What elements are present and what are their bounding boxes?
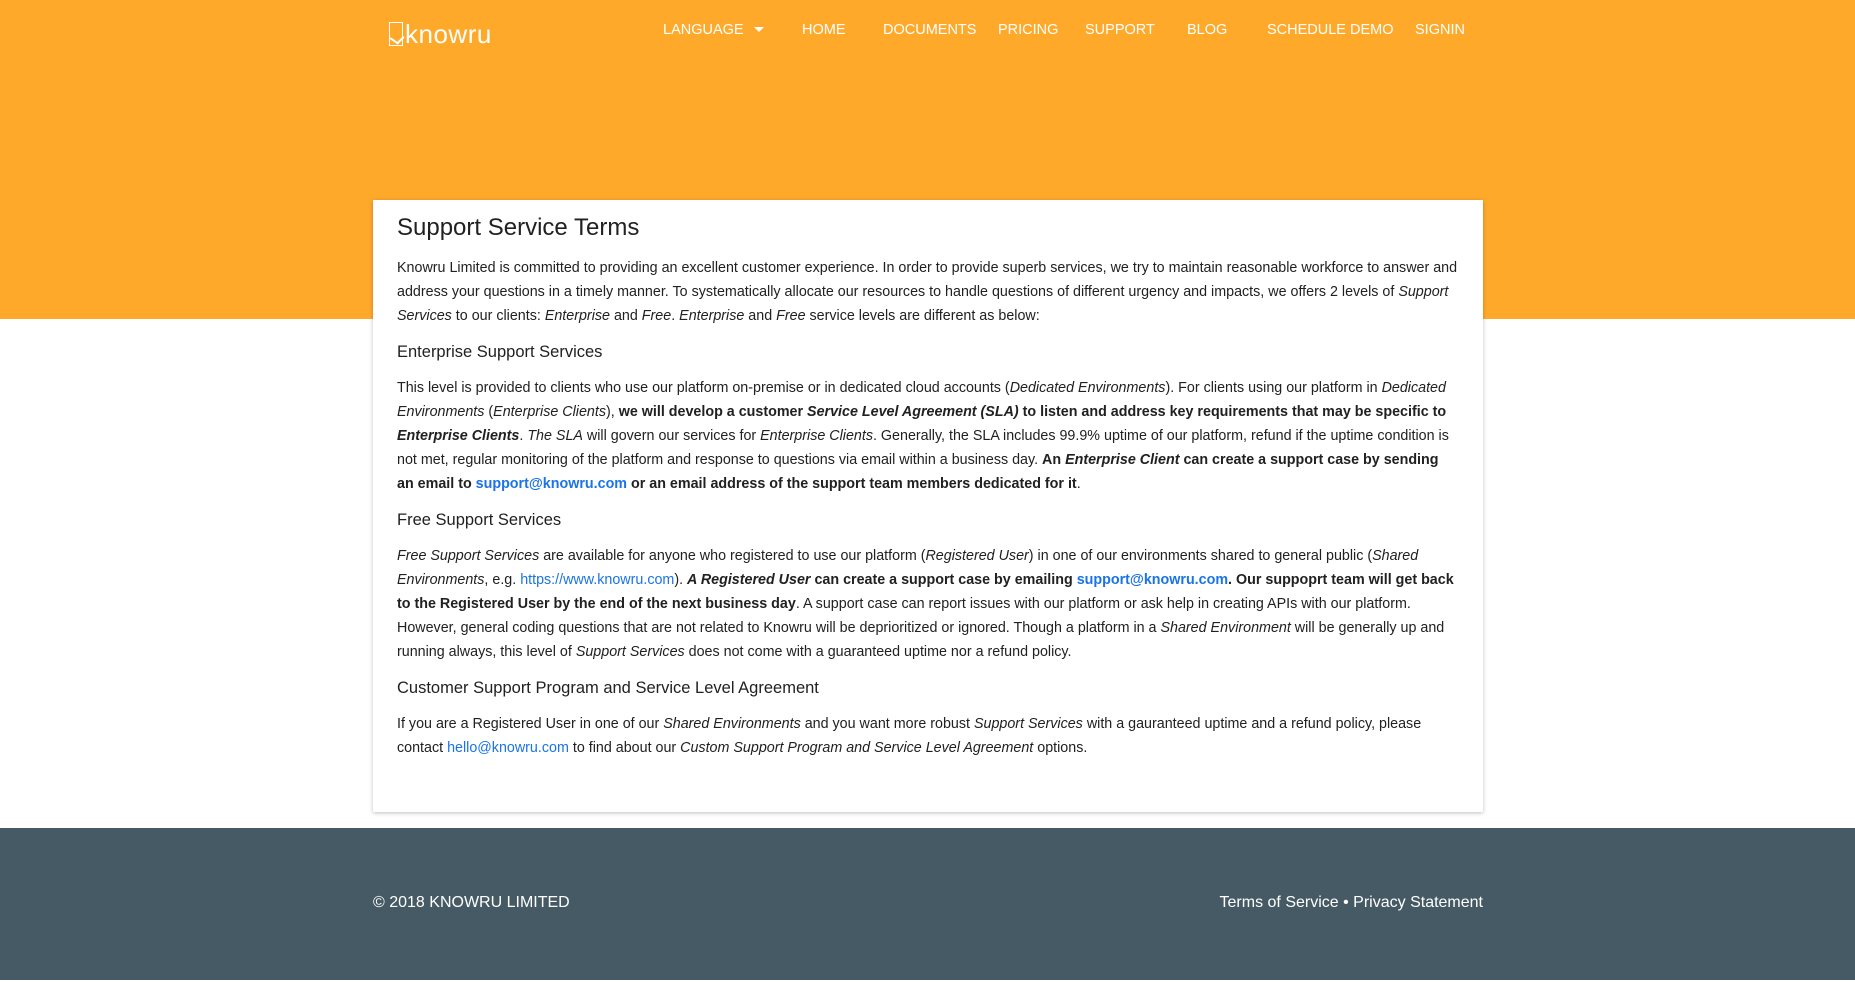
nav-home[interactable]: HOME (802, 22, 846, 38)
footer-separator: • (1338, 894, 1354, 911)
language-dropdown[interactable]: LANGUAGE (663, 22, 764, 38)
content-card: Support Service Terms Knowru Limited is … (373, 200, 1483, 812)
free-paragraph: Free Support Services are available for … (397, 548, 1454, 660)
page-title: Support Service Terms (397, 214, 640, 241)
copyright: © 2018 KNOWRU LIMITED (373, 894, 570, 911)
enterprise-heading: Enterprise Support Services (397, 343, 603, 361)
program-heading: Customer Support Program and Service Lev… (397, 679, 819, 697)
privacy-link[interactable]: Privacy Statement (1353, 894, 1483, 911)
footer-links: Terms of Service • Privacy Statement (1220, 894, 1483, 912)
nav-schedule-demo[interactable]: SCHEDULE DEMO (1267, 22, 1394, 38)
nav-signin[interactable]: SIGNIN (1415, 22, 1465, 38)
enterprise-paragraph: This level is provided to clients who us… (397, 380, 1449, 492)
program-paragraph: If you are a Registered User in one of o… (397, 716, 1422, 756)
brand-name: knowru (405, 18, 492, 49)
caret-down-icon (753, 26, 764, 32)
free-heading: Free Support Services (397, 511, 562, 529)
top-nav: knowru LANGUAGE HOME DOCUMENTS PRICING S… (373, 0, 1483, 64)
website-link[interactable]: https://www.knowru.com (520, 572, 674, 588)
nav-blog[interactable]: BLOG (1187, 22, 1227, 38)
support-email-link[interactable]: support@knowru.com (476, 476, 627, 492)
brand-logo[interactable]: knowru (389, 18, 492, 50)
language-label: LANGUAGE (663, 22, 744, 38)
intro-paragraph: Knowru Limited is committed to providing… (397, 260, 1458, 324)
terms-link[interactable]: Terms of Service (1220, 894, 1339, 911)
nav-pricing[interactable]: PRICING (998, 22, 1058, 38)
logo-icon (389, 22, 403, 46)
free-support-email-link[interactable]: support@knowru.com (1077, 572, 1228, 588)
footer: © 2018 KNOWRU LIMITED Terms of Service •… (0, 828, 1855, 980)
nav-documents[interactable]: DOCUMENTS (883, 22, 976, 38)
hello-email-link[interactable]: hello@knowru.com (447, 740, 569, 756)
nav-support[interactable]: SUPPORT (1085, 22, 1155, 38)
